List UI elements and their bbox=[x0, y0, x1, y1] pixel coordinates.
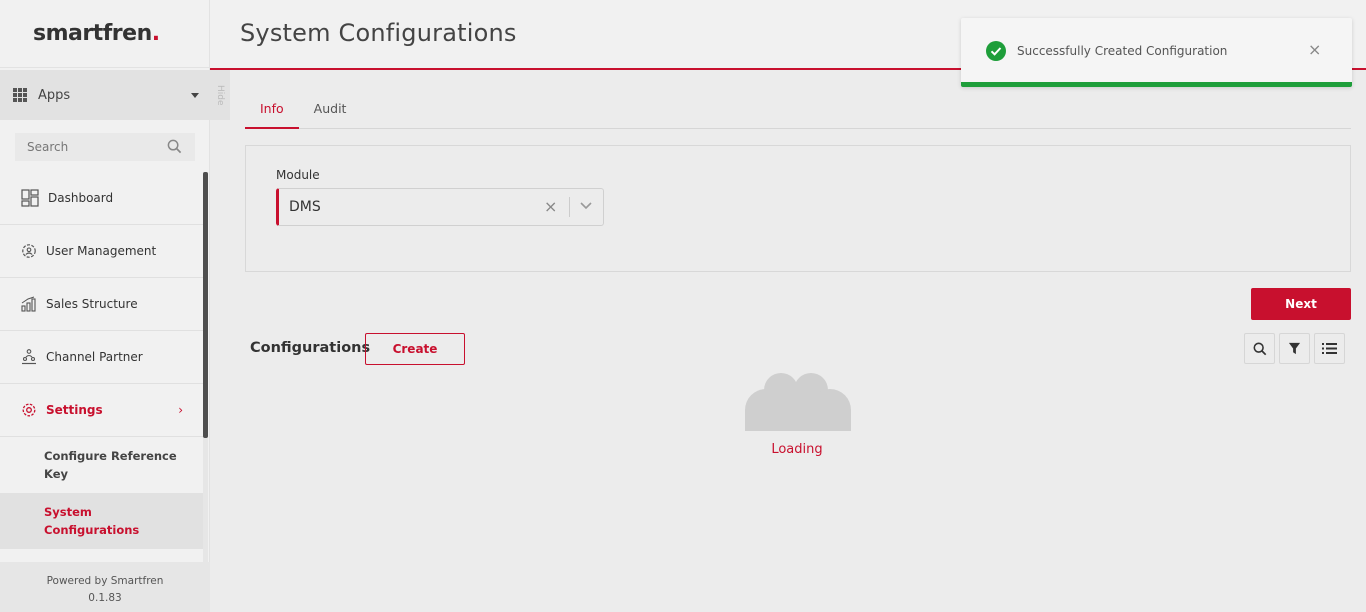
sidebar-item-label: Sales Structure bbox=[46, 297, 138, 311]
tab-info[interactable]: Info bbox=[245, 99, 299, 129]
main-content: Info Audit Module DMS × Next Configurati… bbox=[230, 70, 1366, 612]
select-separator bbox=[569, 197, 570, 217]
sidebar-item-channel-partner[interactable]: Channel Partner bbox=[0, 331, 203, 384]
settings-icon bbox=[22, 403, 36, 417]
bar-chart-icon bbox=[21, 296, 36, 312]
sidebar-search bbox=[15, 133, 195, 161]
configurations-title: Configurations bbox=[250, 340, 371, 356]
apps-grid-icon bbox=[13, 88, 27, 102]
sidebar-item-settings[interactable]: Settings › bbox=[0, 384, 203, 437]
powered-by-text: Powered by Smartfren bbox=[46, 575, 164, 587]
sidebar-item-sales-structure[interactable]: Sales Structure bbox=[0, 278, 203, 331]
sidebar-item-label: User Management bbox=[46, 244, 157, 258]
close-icon[interactable]: × bbox=[1308, 40, 1321, 59]
user-gear-icon bbox=[22, 244, 36, 258]
submenu-item-system-configurations[interactable]: System Configurations bbox=[0, 493, 203, 549]
sidebar-scrollbar[interactable] bbox=[203, 172, 208, 562]
module-select[interactable]: DMS × bbox=[276, 188, 604, 226]
apps-dropdown[interactable]: Apps Hide bbox=[0, 70, 230, 120]
sidebar-search-input[interactable] bbox=[27, 140, 167, 154]
version-text: 0.1.83 bbox=[88, 592, 122, 604]
module-panel: Module DMS × bbox=[245, 145, 1351, 272]
clear-icon[interactable]: × bbox=[544, 197, 557, 216]
chevron-right-icon: › bbox=[178, 403, 183, 417]
module-label: Module bbox=[276, 168, 320, 182]
sidebar-scrollbar-thumb[interactable] bbox=[203, 172, 208, 438]
search-button[interactable] bbox=[1244, 333, 1275, 364]
toast-message: Successfully Created Configuration bbox=[1017, 44, 1228, 58]
loading-text: Loading bbox=[771, 442, 823, 457]
sidebar-item-label: Dashboard bbox=[48, 191, 114, 205]
tab-bar: Info Audit bbox=[245, 99, 1351, 129]
sidebar-footer: Powered by Smartfren 0.1.83 bbox=[0, 562, 210, 612]
check-circle-icon bbox=[986, 41, 1006, 61]
create-button[interactable]: Create bbox=[365, 333, 465, 365]
cloud-icon bbox=[745, 373, 851, 431]
apps-label: Apps bbox=[38, 87, 71, 103]
sidebar-item-label: Settings bbox=[46, 403, 103, 417]
brand-logo[interactable]: smartfren. bbox=[0, 0, 209, 68]
next-button[interactable]: Next bbox=[1251, 288, 1351, 320]
sidebar-item-dashboard[interactable]: Dashboard bbox=[0, 172, 203, 225]
hide-sidebar-handle[interactable]: Hide bbox=[210, 70, 230, 120]
success-toast: Successfully Created Configuration × bbox=[961, 18, 1352, 87]
search-icon[interactable] bbox=[167, 139, 182, 154]
hierarchy-icon bbox=[22, 349, 36, 365]
list-view-button[interactable] bbox=[1314, 333, 1345, 364]
filter-button[interactable] bbox=[1279, 333, 1310, 364]
module-select-value: DMS bbox=[289, 199, 321, 215]
search-icon bbox=[1253, 342, 1266, 355]
submenu-item-configure-reference-key[interactable]: Configure Reference Key bbox=[0, 437, 203, 493]
caret-down-icon bbox=[191, 93, 199, 98]
brand-dot: . bbox=[151, 21, 161, 46]
chevron-down-icon[interactable] bbox=[580, 201, 592, 211]
list-icon bbox=[1322, 343, 1337, 354]
brand-name: smartfren bbox=[33, 21, 152, 46]
sidebar-item-user-management[interactable]: User Management bbox=[0, 225, 203, 278]
hide-label: Hide bbox=[215, 84, 225, 106]
dashboard-icon bbox=[21, 189, 39, 207]
tab-audit[interactable]: Audit bbox=[299, 99, 362, 129]
sidebar-menu: Dashboard User Management Sales Structur… bbox=[0, 172, 203, 587]
page-title: System Configurations bbox=[240, 19, 517, 47]
filter-icon bbox=[1288, 342, 1301, 355]
sidebar-item-label: Channel Partner bbox=[46, 350, 143, 364]
